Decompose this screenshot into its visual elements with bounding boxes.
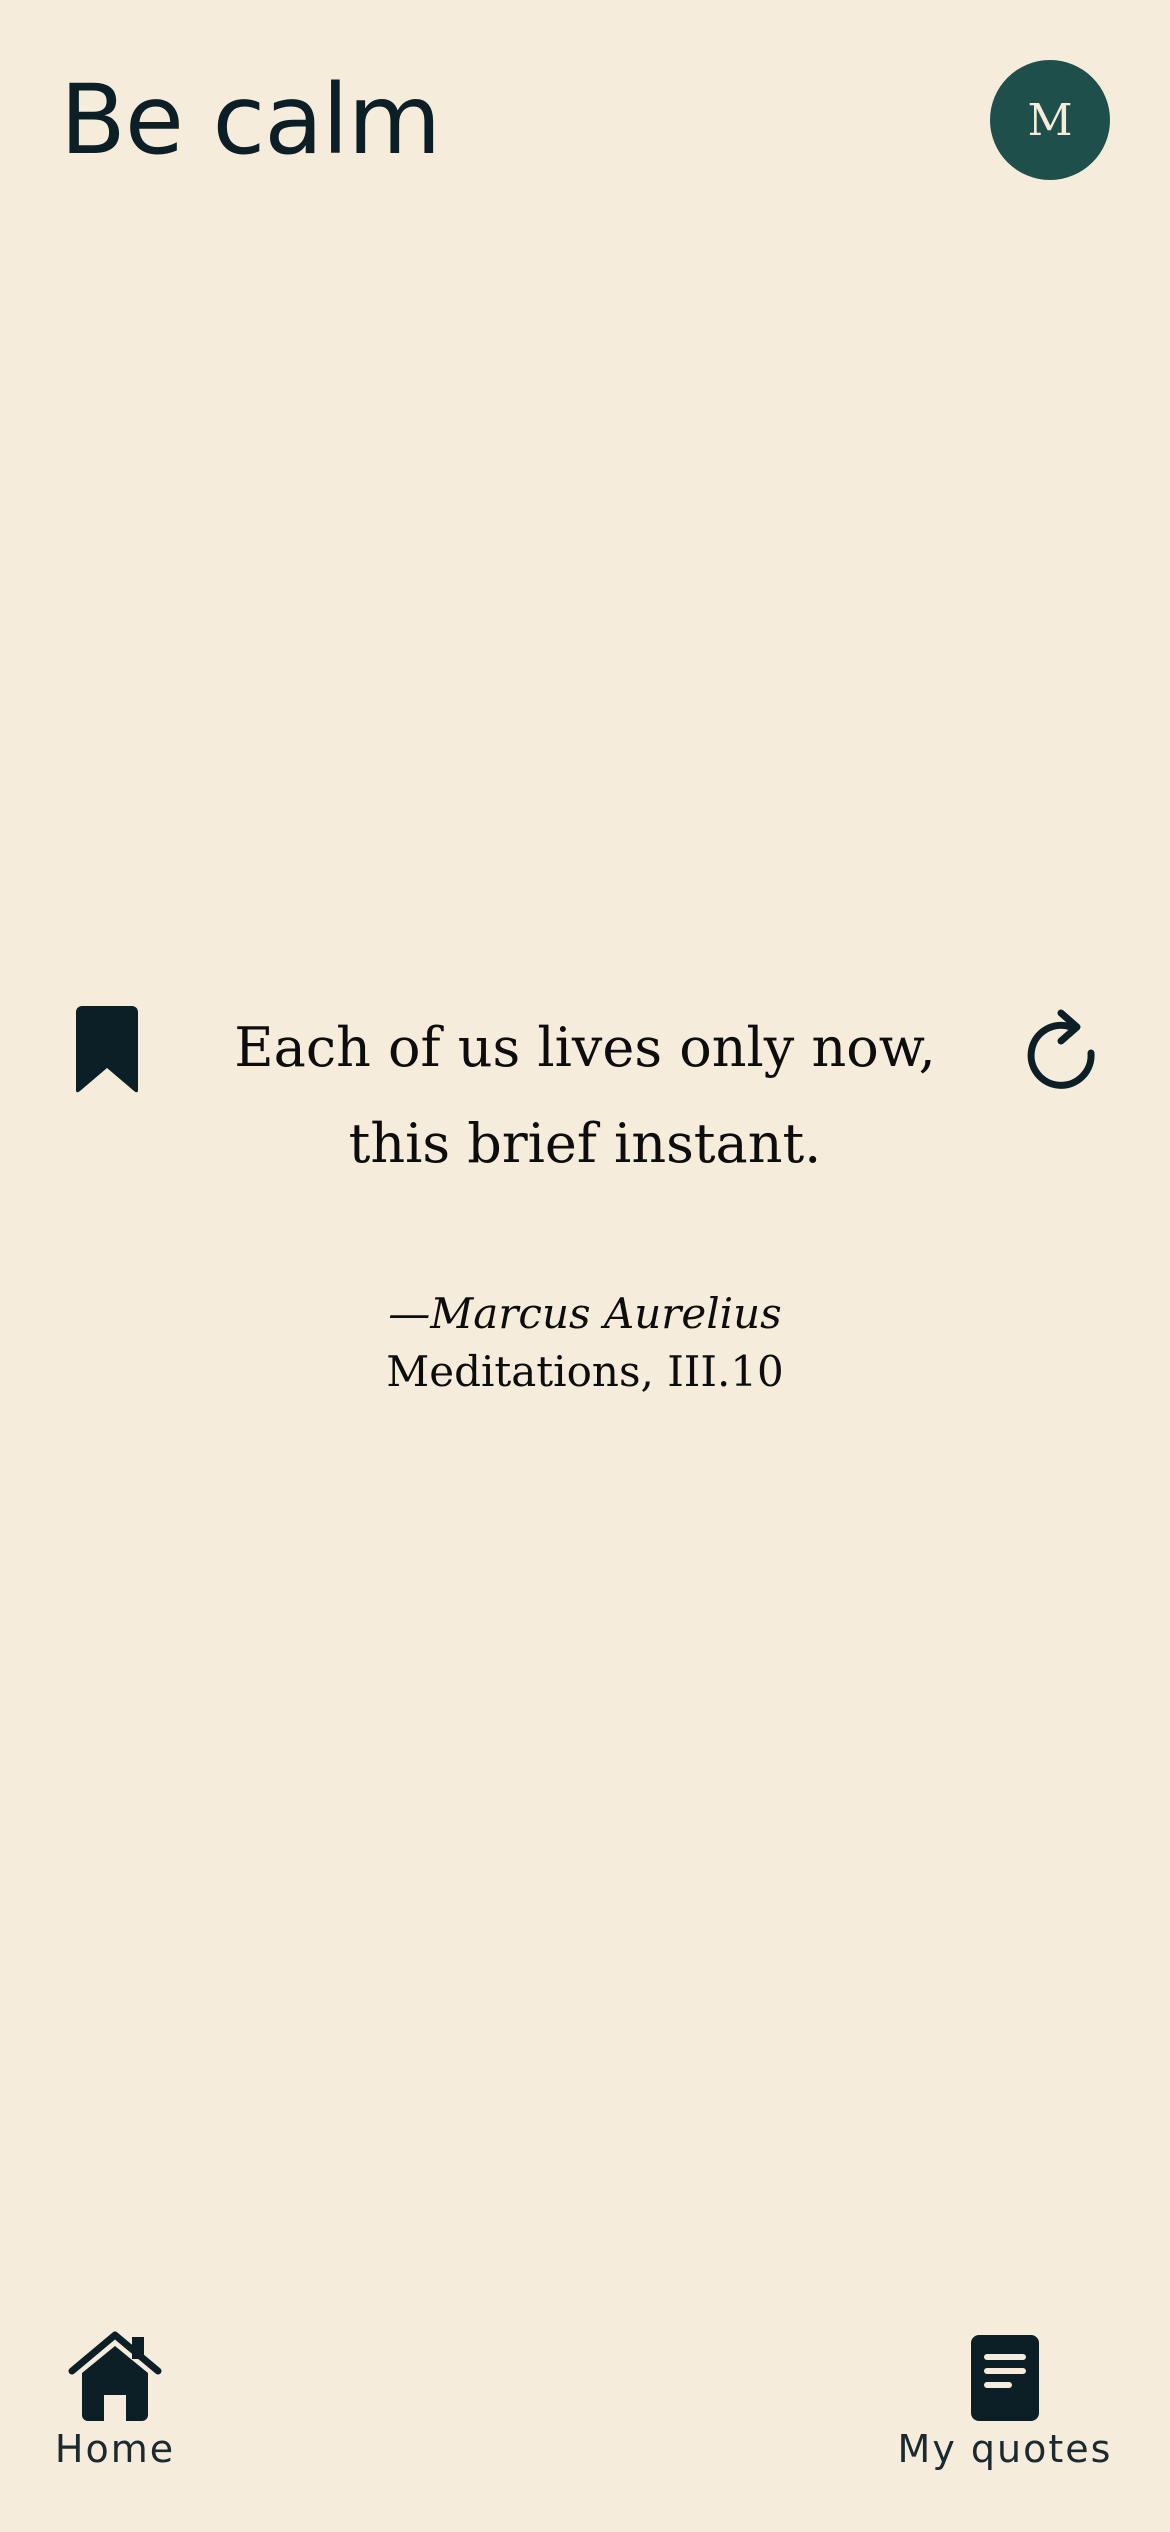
refresh-button[interactable] <box>1020 1000 1106 1100</box>
refresh-icon <box>1027 1009 1095 1089</box>
document-icon <box>971 2335 1039 2421</box>
avatar[interactable]: M <box>990 60 1110 180</box>
quote-author: —Marcus Aurelius <box>388 1289 782 1338</box>
quote-attribution: —Marcus Aurelius Meditations, III.10 <box>200 1285 970 1401</box>
nav-home-label: Home <box>54 2427 176 2471</box>
home-icon <box>68 2331 162 2421</box>
bookmark-icon <box>76 1006 138 1093</box>
quote-text: Each of us lives only now, this brief in… <box>234 1016 936 1175</box>
quote-source: Meditations, III.10 <box>386 1347 784 1396</box>
nav-my-quotes-label: My quotes <box>897 2427 1113 2471</box>
nav-home[interactable]: Home <box>50 2325 180 2471</box>
nav-my-quotes[interactable]: My quotes <box>890 2325 1120 2471</box>
bookmark-button[interactable] <box>72 1000 142 1100</box>
page-title: Be calm <box>60 64 441 176</box>
